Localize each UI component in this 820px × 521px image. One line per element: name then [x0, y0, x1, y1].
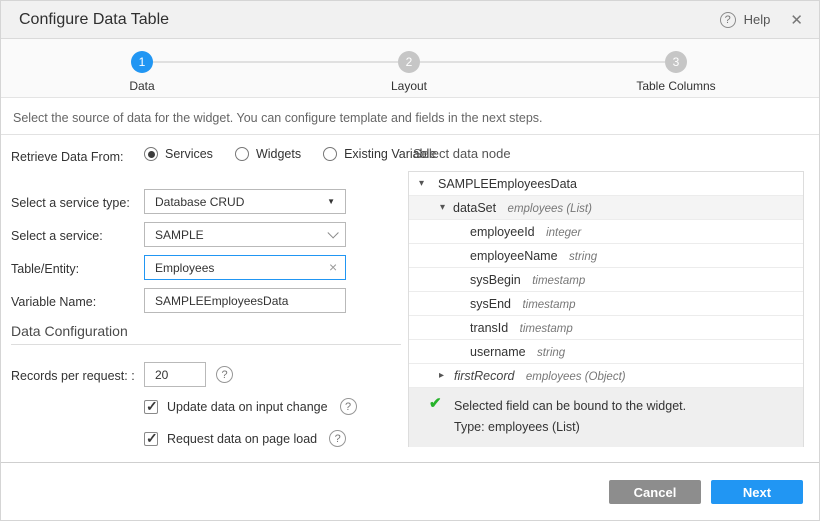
binding-info-message: Selected field can be bound to the widge…: [454, 399, 687, 413]
help-icon[interactable]: [339, 398, 357, 415]
help-icon[interactable]: [216, 366, 233, 383]
records-per-request-label: Records per request: :: [11, 369, 135, 383]
caret-down-icon[interactable]: [440, 196, 445, 219]
radio-label: Services: [165, 147, 213, 161]
checkbox-checked-icon[interactable]: [144, 430, 158, 447]
records-per-request-input[interactable]: [144, 362, 206, 387]
divider: [1, 462, 819, 463]
update-data-checkbox-row: Update data on input change: [144, 398, 357, 415]
radio-icon: [234, 147, 249, 161]
service-type-label: Select a service type:: [11, 196, 130, 210]
service-select[interactable]: SAMPLE: [144, 222, 346, 247]
step-label: Layout: [390, 79, 428, 93]
tree-node-firstrecord[interactable]: firstRecord employees (Object): [409, 364, 803, 388]
tree-node-sysbegin[interactable]: sysBegin timestamp: [409, 268, 803, 292]
step-data[interactable]: 1 Data: [72, 51, 212, 93]
request-data-checkbox-row: Request data on page load: [144, 430, 347, 447]
configure-data-table-dialog: Configure Data Table Help 1 Data 2 Layou…: [0, 0, 820, 521]
clear-input-icon[interactable]: [329, 259, 337, 275]
step-number-badge: 2: [398, 51, 420, 73]
chevron-down-icon: [327, 226, 339, 239]
checkbox-checked-icon[interactable]: [144, 398, 158, 415]
retrieve-data-radio-group: Services Widgets Existing Variable: [144, 147, 436, 161]
help-icon[interactable]: [329, 430, 347, 447]
tree-node-dataset[interactable]: dataSet employees (List): [409, 196, 803, 220]
service-value: SAMPLE: [155, 227, 204, 242]
wizard-description: Select the source of data for the widget…: [13, 111, 543, 125]
radio-icon: [323, 147, 338, 161]
tree-node-employeeid[interactable]: employeeId integer: [409, 220, 803, 244]
checkbox-label: Request data on page load: [167, 431, 318, 446]
binding-info-type: Type: employees (List): [454, 420, 580, 434]
tree-node-username[interactable]: username string: [409, 340, 803, 364]
binding-info-panel: Selected field can be bound to the widge…: [409, 388, 803, 447]
service-label: Select a service:: [11, 229, 103, 243]
checkbox-label: Update data on input change: [167, 399, 328, 414]
select-data-node-title: Select data node: [413, 146, 511, 161]
radio-selected-icon: [144, 147, 158, 161]
service-type-select[interactable]: Database CRUD: [144, 189, 346, 214]
radio-widgets[interactable]: Widgets: [234, 147, 302, 161]
tree-node-root[interactable]: SAMPLEEmployeesData: [409, 172, 803, 196]
service-type-value: Database CRUD: [155, 194, 245, 209]
titlebar-actions: Help: [719, 11, 803, 29]
radio-label: Widgets: [255, 147, 302, 161]
dialog-title: Configure Data Table: [19, 10, 170, 28]
data-configuration-title: Data Configuration: [11, 323, 128, 339]
divider: [11, 344, 401, 345]
variable-name-input[interactable]: [144, 288, 346, 313]
step-table-columns[interactable]: 3 Table Columns: [606, 51, 746, 93]
variable-name-label: Variable Name:: [11, 295, 97, 309]
close-icon[interactable]: [790, 11, 803, 29]
dropdown-caret-icon: [327, 197, 335, 206]
cancel-button[interactable]: Cancel: [609, 480, 701, 504]
caret-down-icon[interactable]: [419, 172, 424, 195]
divider: [1, 134, 819, 135]
wizard-stepper: 1 Data 2 Layout 3 Table Columns: [1, 39, 819, 98]
step-number-badge: 1: [131, 51, 153, 73]
tree-node-transid[interactable]: transId timestamp: [409, 316, 803, 340]
step-layout[interactable]: 2 Layout: [339, 51, 479, 93]
tree-node-employeename[interactable]: employeeName string: [409, 244, 803, 268]
retrieve-data-from-label: Retrieve Data From:: [11, 150, 124, 164]
tree-node-sysend[interactable]: sysEnd timestamp: [409, 292, 803, 316]
help-link[interactable]: Help: [744, 12, 771, 27]
step-label: Table Columns: [636, 79, 716, 93]
help-icon[interactable]: [719, 11, 736, 28]
next-button[interactable]: Next: [711, 480, 803, 504]
table-entity-input[interactable]: [144, 255, 346, 280]
success-check-icon: [429, 394, 442, 412]
step-number-badge: 3: [665, 51, 687, 73]
caret-right-icon[interactable]: [439, 364, 444, 387]
step-label: Data: [129, 79, 155, 93]
table-entity-label: Table/Entity:: [11, 262, 80, 276]
title-bar: Configure Data Table Help: [1, 1, 819, 39]
radio-services[interactable]: Services: [144, 147, 213, 161]
data-node-tree: SAMPLEEmployeesData dataSet employees (L…: [408, 171, 804, 447]
